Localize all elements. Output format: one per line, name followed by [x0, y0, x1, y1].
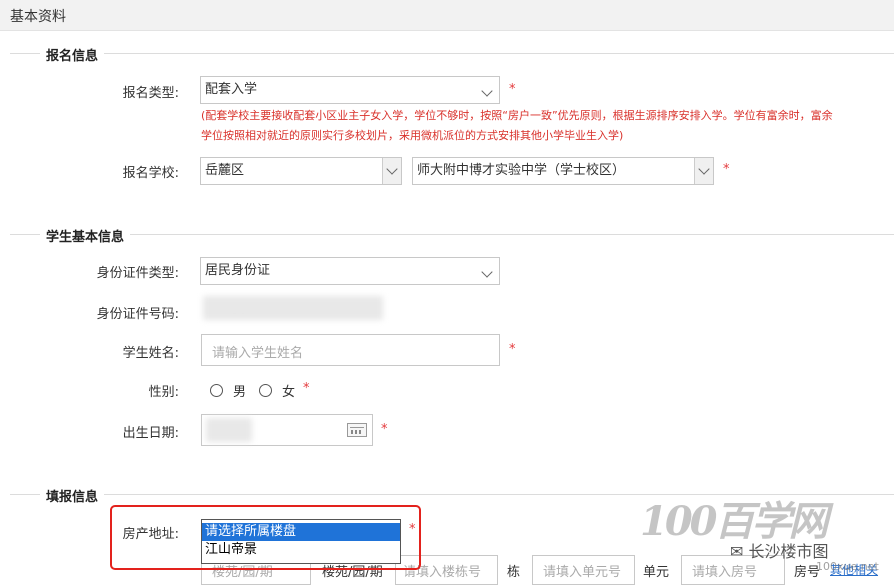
unit-number-input[interactable]: 请填入单元号: [532, 555, 635, 585]
birth-date-label: 出生日期:: [122, 426, 179, 441]
district-dropdown-button[interactable]: [382, 158, 401, 184]
id-type-select[interactable]: 居民身份证: [200, 257, 500, 285]
calendar-icon[interactable]: [347, 423, 367, 437]
watermark-site: 100xue.net: [816, 560, 879, 573]
page-title: 基本资料: [10, 9, 66, 25]
chevron-down-icon: [481, 266, 493, 278]
birth-date-redaction: [206, 418, 252, 442]
page-header: 基本资料: [0, 0, 894, 31]
chevron-down-icon: [481, 85, 493, 97]
chevron-down-icon: [698, 163, 710, 175]
section-title-report: 填报信息: [40, 486, 105, 505]
section-divider: [10, 234, 894, 235]
watermark-wechat-text: 长沙楼市图: [748, 542, 829, 561]
id-number-redaction: [203, 296, 383, 320]
district-select[interactable]: 岳麓区: [200, 157, 402, 185]
required-mark: *: [509, 342, 516, 357]
registration-type-value: 配套入学: [205, 82, 258, 97]
district-value: 岳麓区: [205, 163, 245, 178]
building-number-unit: 栋: [507, 565, 521, 580]
student-name-label: 学生姓名:: [122, 346, 179, 361]
student-name-input[interactable]: 请输入学生姓名: [201, 334, 500, 366]
registration-type-label: 报名类型:: [122, 86, 179, 101]
gender-male-radio[interactable]: [210, 384, 223, 397]
school-select[interactable]: 师大附中博才实验中学（学士校区）: [412, 157, 714, 185]
gender-female-radio[interactable]: [259, 384, 272, 397]
school-value: 师大附中博才实验中学（学士校区）: [417, 163, 626, 178]
wechat-icon: ✉: [730, 542, 749, 561]
school-dropdown-button[interactable]: [694, 158, 713, 184]
required-mark: *: [723, 162, 730, 177]
chevron-down-icon: [386, 163, 398, 175]
section-title-registration: 报名信息: [40, 45, 105, 64]
gender-label: 性别:: [148, 385, 179, 400]
section-divider: [10, 53, 894, 54]
section-title-student: 学生基本信息: [40, 226, 131, 245]
registration-note: (配套学校主要接收配套小区业主子女入学，学位不够时，按照“房户一致”优先原则，根…: [201, 109, 833, 142]
id-type-value: 居民身份证: [205, 263, 271, 278]
gender-male-label: 男: [233, 385, 247, 400]
highlight-box: [110, 505, 421, 570]
registration-school-label: 报名学校:: [122, 166, 179, 181]
registration-type-select[interactable]: 配套入学: [200, 76, 500, 104]
required-mark: *: [509, 82, 516, 97]
gender-female-label: 女: [282, 385, 296, 400]
id-type-label: 身份证件类型:: [96, 266, 179, 281]
watermark-wechat: ✉ 长沙楼市图: [730, 538, 829, 562]
id-number-label: 身份证件号码:: [96, 307, 179, 322]
required-mark: *: [381, 422, 388, 437]
unit-number-unit: 单元: [643, 565, 670, 580]
required-mark: *: [303, 381, 310, 396]
